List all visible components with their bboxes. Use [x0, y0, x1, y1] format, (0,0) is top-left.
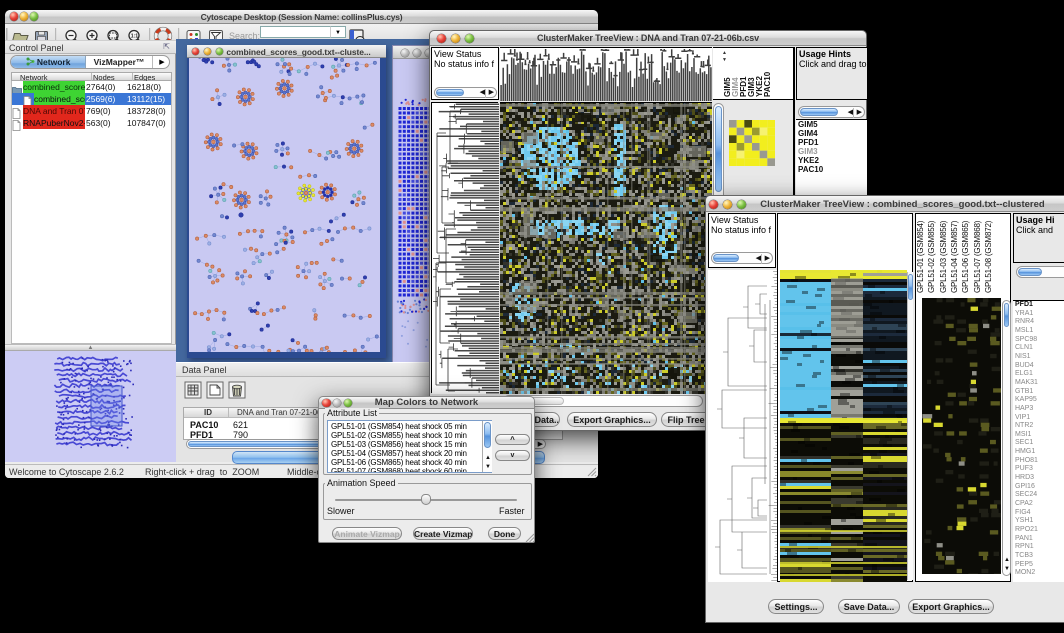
- svg-text:1:1: 1:1: [131, 34, 139, 40]
